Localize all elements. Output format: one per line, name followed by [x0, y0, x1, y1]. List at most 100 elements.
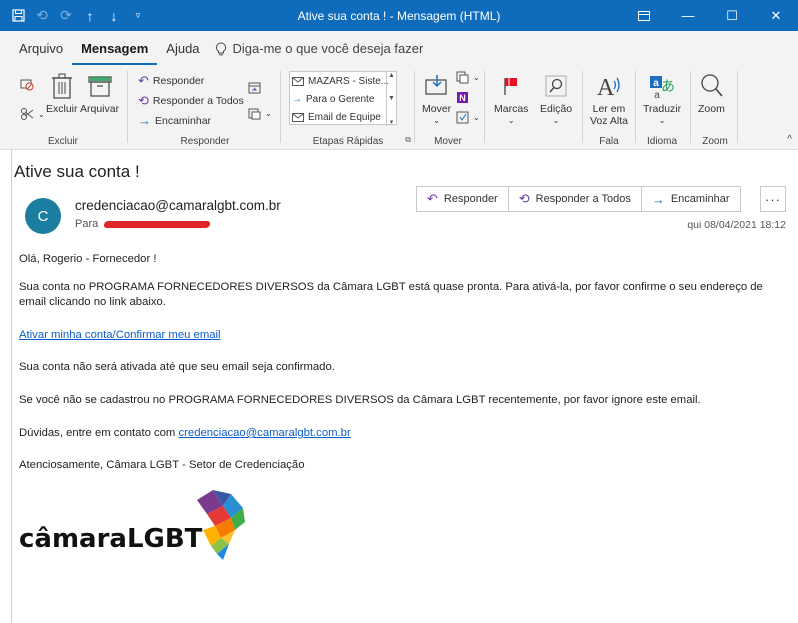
maximize-icon[interactable]: ☐: [710, 0, 754, 31]
ignore-icon: [20, 79, 34, 91]
tab-arquivo[interactable]: Arquivo: [10, 41, 72, 65]
more-respond-icon: [248, 108, 261, 120]
reply-all-button[interactable]: ⟲ Responder a Todos: [138, 93, 244, 109]
close-icon[interactable]: ✕: [754, 0, 798, 31]
customize-toolbar-icon[interactable]: ▿: [126, 4, 150, 28]
move-label: Mover: [422, 103, 452, 115]
tell-me-box[interactable]: Diga-me o que você deseja fazer: [209, 41, 432, 65]
group-mover: Mover ⌄ ⌄ N ⌄ Mover: [416, 67, 480, 148]
quick-steps-scroll[interactable]: ▲ ▼ ▾: [386, 72, 396, 126]
zoom-label: Zoom: [698, 103, 725, 115]
editing-button[interactable]: Edição ⌄: [540, 69, 572, 127]
ribbon-display-options-icon[interactable]: [622, 0, 666, 31]
more-respond-button[interactable]: ⌄: [248, 107, 272, 120]
translate-label: Traduzir: [643, 103, 682, 115]
separator: [635, 71, 636, 143]
redacted-recipient: [103, 220, 211, 228]
rules-button[interactable]: ⌄: [456, 71, 480, 84]
reply-button[interactable]: ↶ Responder: [417, 187, 509, 211]
quick-step-label: Email de Equipe: [308, 111, 381, 123]
forward-label: Encaminhar: [155, 114, 212, 127]
tags-label: Marcas: [494, 103, 529, 115]
move-button[interactable]: Mover ⌄: [422, 69, 451, 127]
archive-button[interactable]: Arquivar: [80, 69, 119, 115]
chevron-up-icon: ▲: [388, 72, 395, 79]
trash-icon: [51, 73, 72, 99]
message-actions: ↶ Responder ⟲ Responder a Todos → Encami…: [416, 186, 741, 212]
to-label: Para: [75, 218, 99, 230]
chevron-down-icon: ⌄: [473, 73, 480, 82]
logo-wordmark: câmaraLGBT: [19, 524, 203, 554]
reply-button[interactable]: ↶ Responder: [138, 73, 204, 89]
recipient-row: Para: [75, 218, 211, 230]
zoom-button[interactable]: Zoom: [698, 69, 725, 115]
move-folder-icon: [424, 75, 447, 95]
next-item-icon[interactable]: ↓: [102, 4, 126, 28]
onenote-button[interactable]: N: [456, 91, 469, 104]
expand-icon: ▾: [389, 119, 394, 126]
tab-ajuda[interactable]: Ajuda: [157, 41, 208, 65]
sender-address[interactable]: credenciacao@camaralgbt.com.br: [75, 198, 281, 213]
reply-icon: ↶: [138, 73, 149, 88]
redo-icon[interactable]: ⟳: [54, 4, 78, 28]
delete-button[interactable]: Excluir: [46, 69, 78, 115]
reply-all-button[interactable]: ⟲ Responder a Todos: [509, 187, 642, 211]
tell-me-text: Diga-me o que você deseja fazer: [232, 41, 424, 56]
read-aloud-label-1: Ler em: [592, 103, 626, 115]
mail-icon: [292, 112, 304, 122]
tab-mensagem[interactable]: Mensagem: [72, 41, 158, 65]
forward-button[interactable]: → Encaminhar: [138, 113, 211, 128]
reading-pane-border: [11, 150, 12, 623]
undo-icon[interactable]: ⟲: [30, 4, 54, 28]
previous-item-icon[interactable]: ↑: [78, 4, 102, 28]
separator: [690, 71, 691, 143]
dialog-launcher-icon[interactable]: ⧉: [405, 135, 411, 145]
activation-link-row: Ativar minha conta/Confirmar meu email: [19, 328, 779, 343]
avatar: C: [25, 198, 61, 234]
minimize-icon[interactable]: —: [666, 0, 710, 31]
tags-button[interactable]: Marcas ⌄: [494, 69, 528, 127]
paragraph: Sua conta não será ativada até que seu e…: [19, 361, 335, 373]
onenote-icon: N: [457, 92, 468, 103]
arrow-right-icon: →: [292, 93, 302, 105]
chevron-down-icon: ⌄: [552, 116, 560, 125]
chevron-down-icon: ⌄: [507, 116, 515, 125]
quick-step-item[interactable]: → Para o Gerente: [290, 90, 396, 108]
archive-icon: [87, 76, 112, 97]
reply-all-icon: ⟲: [138, 93, 149, 108]
forward-label: Encaminhar: [670, 193, 730, 205]
quick-step-item[interactable]: Email de Equipe: [290, 108, 396, 126]
reply-all-icon: ⟲: [518, 191, 530, 206]
greeting: Olá, Rogerio - Fornecedor !: [19, 253, 157, 265]
activate-account-link[interactable]: Ativar minha conta/Confirmar meu email: [19, 329, 221, 341]
more-actions-button[interactable]: ···: [760, 186, 786, 212]
svg-text:a: a: [654, 90, 660, 99]
quick-step-item[interactable]: MAZARS - Siste...: [290, 72, 396, 90]
read-aloud-icon: A: [597, 75, 620, 100]
read-aloud-button[interactable]: A Ler em Voz Alta: [590, 69, 628, 127]
group-responder: ↶ Responder ⟲ Responder a Todos → Encami…: [130, 67, 280, 148]
actions-button[interactable]: ⌄: [456, 111, 480, 124]
separator: [280, 71, 281, 143]
translate-icon: a あa: [650, 76, 675, 99]
quick-step-label: Para o Gerente: [306, 93, 375, 105]
junk-button[interactable]: ⌄: [20, 107, 45, 121]
meeting-reply-button[interactable]: [248, 81, 261, 94]
reply-label: Responder: [152, 75, 205, 87]
separator: [737, 71, 738, 143]
separator: [484, 71, 485, 143]
svg-text:a: a: [653, 78, 659, 89]
ignore-button[interactable]: [20, 77, 34, 91]
quick-steps-gallery: MAZARS - Siste... → Para o Gerente Email…: [289, 71, 397, 126]
save-icon[interactable]: [6, 4, 30, 28]
mail-move-icon: [292, 76, 304, 86]
reply-icon: ↶: [427, 191, 438, 206]
translate-button[interactable]: aあa Traduzir ⌄: [643, 69, 681, 127]
contact-email-link[interactable]: credenciacao@camaralgbt.com.br: [179, 427, 351, 439]
camara-lgbt-logo-image: câmaraLGBT: [19, 490, 245, 560]
forward-button[interactable]: → Encaminhar: [642, 187, 740, 211]
group-fala: A Ler em Voz Alta Fala: [584, 67, 634, 148]
collapse-ribbon-icon[interactable]: ^: [787, 134, 792, 145]
group-label-fala: Fala: [599, 136, 619, 147]
read-aloud-label-2: Voz Alta: [590, 115, 628, 127]
